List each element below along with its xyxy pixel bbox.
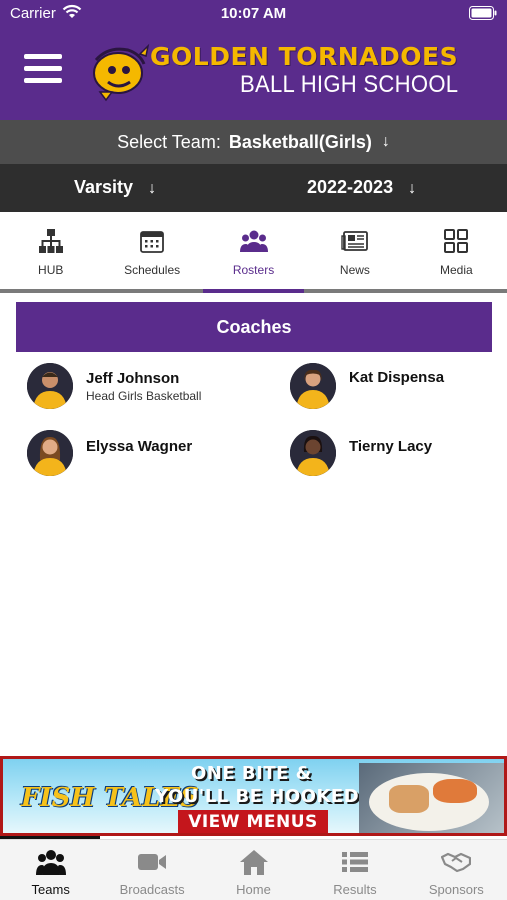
active-tab-indicator — [203, 289, 304, 293]
tab-media-label: Media — [439, 263, 473, 277]
team-select[interactable]: Select Team: Basketball(Girls) ↓ — [0, 120, 507, 164]
tab-news-label: News — [339, 263, 370, 277]
people-icon — [239, 230, 268, 252]
list-icon — [341, 852, 368, 872]
handshake-icon — [441, 852, 472, 873]
tab-rosters[interactable]: Rosters — [203, 212, 304, 290]
coach-name: Jeff Johnson — [86, 370, 180, 387]
food-plate-image — [359, 763, 504, 833]
ad-headline-1: ONE BITE & — [191, 763, 312, 784]
coach-name: Kat Dispensa — [349, 369, 445, 386]
tab-rosters-label: Rosters — [232, 263, 275, 277]
arrow-down-icon: ↓ — [408, 180, 417, 197]
grid-icon — [444, 229, 469, 253]
teams-icon — [35, 850, 66, 875]
avatar — [27, 363, 73, 409]
coach-card[interactable]: Tierny Lacy — [290, 430, 507, 480]
hamburger-menu-icon[interactable] — [24, 54, 62, 86]
video-camera-icon — [138, 854, 167, 870]
battery-icon — [469, 6, 497, 20]
app-header: Carrier 10:07 AM GOLDEN TORNADOES BALL H… — [0, 0, 507, 120]
avatar — [290, 430, 336, 476]
arrow-down-icon: ↓ — [148, 180, 157, 197]
nav-teams[interactable]: Teams — [0, 840, 101, 900]
sponsor-ad-banner[interactable]: FISH TALES ONE BITE & YOU'LL BE HOOKED V… — [0, 756, 507, 836]
coaches-header: Coaches — [16, 302, 492, 352]
status-time: 10:07 AM — [220, 5, 287, 22]
hub-icon — [38, 229, 63, 253]
coach-name: Elyssa Wagner — [86, 438, 193, 455]
section-tabs: HUB Schedules Rosters News Media — [0, 212, 507, 290]
avatar — [290, 363, 336, 409]
tab-schedules[interactable]: Schedules — [101, 212, 202, 290]
coach-card[interactable]: Kat Dispensa — [290, 363, 507, 413]
ad-headline-2: YOU'LL BE HOOKED — [155, 786, 360, 807]
nav-broadcasts-label: Broadcasts — [119, 882, 185, 897]
season-value: 2022-2023 — [307, 177, 394, 197]
coach-title: Head Girls Basketball — [86, 389, 202, 403]
season-select[interactable]: 2022-2023 ↓ — [307, 177, 416, 198]
calendar-icon — [140, 231, 165, 253]
newspaper-icon — [341, 231, 368, 251]
brand-subtitle: BALL HIGH SCHOOL — [240, 71, 459, 98]
status-bar: Carrier 10:07 AM — [0, 0, 507, 28]
level-select[interactable]: Varsity ↓ — [74, 177, 156, 198]
tornado-mascot-logo — [93, 43, 150, 102]
nav-home-label: Home — [236, 882, 271, 897]
coach-card[interactable]: Jeff Johnson Head Girls Basketball — [27, 363, 247, 413]
nav-sponsors-label: Sponsors — [428, 882, 484, 897]
level-value: Varsity — [74, 177, 134, 197]
avatar — [27, 430, 73, 476]
tab-hub[interactable]: HUB — [0, 212, 101, 290]
bottom-nav: Teams Broadcasts Home Results Sponsors — [0, 839, 507, 900]
team-select-label: Select Team: — [117, 131, 221, 152]
view-menus-button[interactable]: VIEW MENUS — [178, 810, 328, 833]
nav-broadcasts[interactable]: Broadcasts — [101, 840, 202, 900]
nav-sponsors[interactable]: Sponsors — [406, 840, 507, 900]
brand-title: GOLDEN TORNADOES — [150, 42, 459, 71]
tab-schedules-label: Schedules — [124, 263, 181, 277]
arrow-down-icon: ↓ — [381, 133, 390, 150]
tab-news[interactable]: News — [304, 212, 405, 290]
coaches-title: Coaches — [216, 316, 292, 337]
home-icon — [239, 850, 268, 875]
nav-home[interactable]: Home — [203, 840, 304, 900]
nav-results-label: Results — [333, 882, 377, 897]
team-select-value: Basketball(Girls) — [228, 131, 372, 152]
nav-results[interactable]: Results — [304, 840, 405, 900]
filter-bar: Varsity ↓ 2022-2023 ↓ — [0, 164, 507, 212]
nav-teams-label: Teams — [31, 882, 70, 897]
coach-card[interactable]: Elyssa Wagner — [27, 430, 247, 480]
coach-name: Tierny Lacy — [349, 438, 433, 455]
tab-hub-label: HUB — [38, 263, 64, 277]
tab-media[interactable]: Media — [406, 212, 507, 290]
